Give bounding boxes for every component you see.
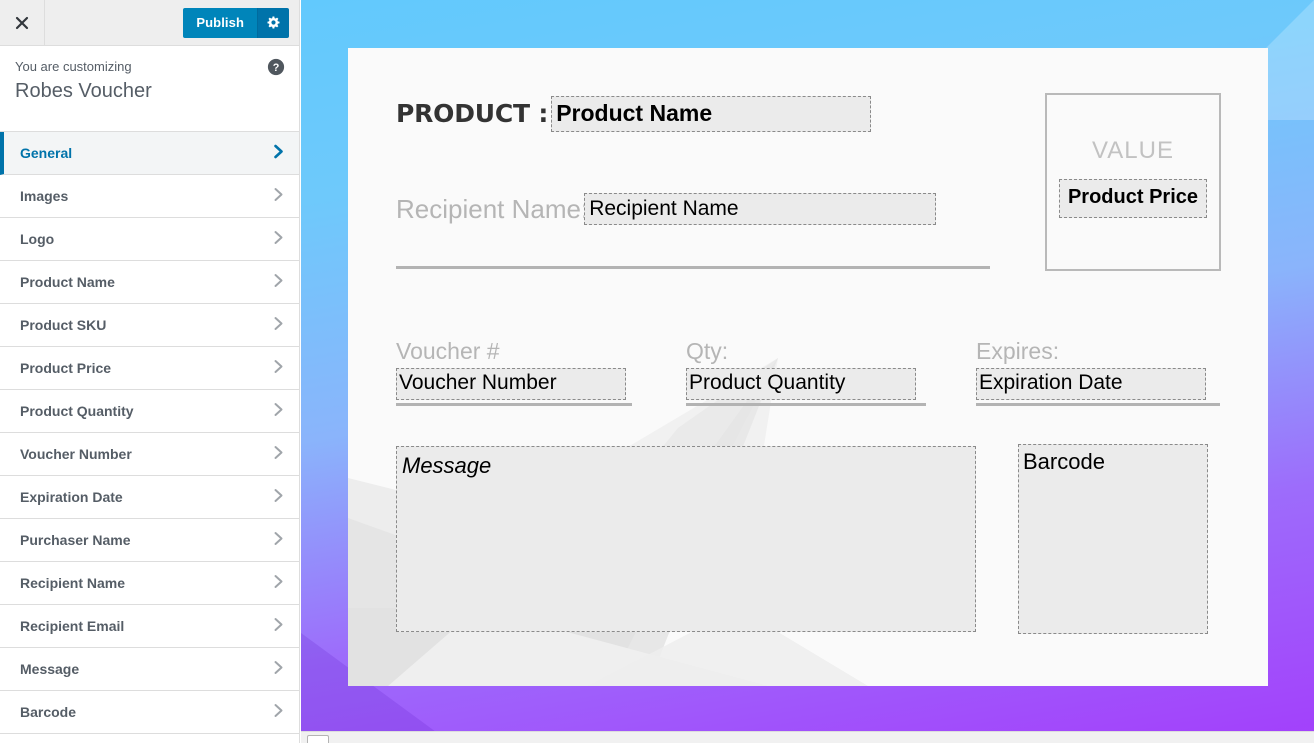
product-quantity-field: Qty: Product Quantity (686, 338, 926, 406)
chevron-right-icon (272, 660, 285, 679)
sidebar-item-recipient-email[interactable]: Recipient Email (0, 605, 299, 648)
sidebar-item-label: Images (20, 188, 69, 204)
voucher-number-value-wrap: Voucher Number (396, 368, 632, 406)
chevron-right-icon (272, 187, 285, 206)
publish-button-group: Publish (183, 7, 289, 38)
sidebar-item-purchaser-name[interactable]: Purchaser Name (0, 519, 299, 562)
sidebar-item-label: Barcode (20, 704, 77, 720)
recipient-name-placeholder[interactable]: Recipient Name (584, 193, 937, 226)
chevron-right-icon (272, 316, 285, 335)
chevron-right-icon (272, 230, 285, 249)
publish-settings-button[interactable] (257, 7, 289, 38)
sidebar-item-label: Logo (20, 231, 55, 247)
gear-icon (266, 15, 281, 30)
value-title: VALUE (1092, 137, 1174, 164)
product-quantity-placeholder[interactable]: Product Quantity (686, 368, 916, 400)
close-icon (14, 15, 30, 31)
product-name-placeholder[interactable]: Product Name (551, 96, 872, 132)
sidebar-item-product-quantity[interactable]: Product Quantity (0, 390, 299, 433)
barcode-placeholder[interactable]: Barcode (1018, 444, 1208, 634)
value-box: VALUE Product Price (1045, 93, 1221, 271)
voucher-card: PRODUCT : Product Name Recipient Name: R… (348, 48, 1268, 686)
device-preview-icon[interactable] (307, 735, 329, 743)
voucher-number-label: Voucher # (396, 338, 500, 364)
message-placeholder[interactable]: Message (396, 446, 976, 632)
sidebar-item-label: Voucher Number (20, 446, 132, 462)
customizer-preview: PRODUCT : Product Name Recipient Name: R… (301, 0, 1314, 743)
sidebar-item-label: Purchaser Name (20, 532, 131, 548)
sidebar-item-label: Expiration Date (20, 489, 123, 505)
sidebar-item-product-name[interactable]: Product Name (0, 261, 299, 304)
chevron-right-icon (272, 445, 285, 464)
customizer-panel-list: General Images Logo Product Name Product SKU… (0, 132, 299, 734)
publish-button[interactable]: Publish (183, 7, 257, 38)
chevron-right-icon (272, 703, 285, 722)
chevron-right-icon (272, 617, 285, 636)
preview-bottom-toolbar-stub (301, 731, 1314, 743)
sidebar-item-label: Product Price (20, 360, 112, 376)
voucher-number-placeholder[interactable]: Voucher Number (396, 368, 626, 400)
recipient-header-row: Recipient Name: Recipient Name (396, 193, 937, 226)
expiration-date-placeholder[interactable]: Expiration Date (976, 368, 1206, 400)
sidebar-item-label: Product SKU (20, 317, 107, 333)
chevron-right-icon (272, 531, 285, 550)
sidebar-item-logo[interactable]: Logo (0, 218, 299, 261)
chevron-right-icon (272, 359, 285, 378)
expires-underline (976, 402, 1220, 406)
sidebar-item-recipient-name[interactable]: Recipient Name (0, 562, 299, 605)
sidebar-item-label: Product Name (20, 274, 115, 290)
quantity-underline (686, 402, 926, 406)
sidebar-item-product-price[interactable]: Product Price (0, 347, 299, 390)
sidebar-item-label: Recipient Name (20, 575, 126, 591)
header-divider (396, 266, 990, 269)
close-customizer-button[interactable] (0, 0, 45, 45)
customizing-eyebrow: You are customizing (15, 59, 132, 74)
customizer-topbar: Publish (0, 0, 299, 46)
product-header-row: PRODUCT : Product Name (396, 96, 872, 132)
customizer-screen: Publish You are customizing Robes Vouche… (0, 0, 1314, 743)
expiration-date-field: Expires: Expiration Date (976, 338, 1220, 406)
expires-value-wrap: Expiration Date (976, 368, 1220, 406)
chevron-right-icon (272, 488, 285, 507)
sidebar-item-label: Recipient Email (20, 618, 125, 634)
sidebar-item-label: General (20, 145, 73, 161)
customizer-sidebar: Publish You are customizing Robes Vouche… (0, 0, 300, 743)
sidebar-item-images[interactable]: Images (0, 175, 299, 218)
chevron-right-icon (272, 574, 285, 593)
voucher-content: PRODUCT : Product Name Recipient Name: R… (348, 48, 1268, 686)
sidebar-item-barcode[interactable]: Barcode (0, 691, 299, 734)
sidebar-item-voucher-number[interactable]: Voucher Number (0, 433, 299, 476)
sidebar-item-expiration-date[interactable]: Expiration Date (0, 476, 299, 519)
customizing-title: Robes Voucher (15, 80, 152, 103)
quantity-value-wrap: Product Quantity (686, 368, 926, 406)
sidebar-item-general[interactable]: General (0, 132, 299, 175)
expires-label: Expires: (976, 338, 1060, 364)
sidebar-item-product-sku[interactable]: Product SKU (0, 304, 299, 347)
customizing-info-panel: You are customizing Robes Voucher ? (0, 46, 299, 132)
svg-text:?: ? (273, 62, 280, 74)
product-price-placeholder[interactable]: Product Price (1059, 179, 1207, 218)
voucher-number-field: Voucher # Voucher Number (396, 338, 632, 406)
quantity-label: Qty: (686, 338, 729, 364)
chevron-right-icon (272, 273, 285, 292)
product-label: PRODUCT : (396, 99, 549, 129)
chevron-right-icon (272, 144, 285, 163)
recipient-name-label: Recipient Name: (396, 193, 589, 224)
sidebar-item-label: Product Quantity (20, 403, 134, 419)
sidebar-item-label: Message (20, 661, 80, 677)
sidebar-item-message[interactable]: Message (0, 648, 299, 691)
voucher-number-underline (396, 402, 632, 406)
chevron-right-icon (272, 402, 285, 421)
help-icon[interactable]: ? (267, 58, 285, 76)
